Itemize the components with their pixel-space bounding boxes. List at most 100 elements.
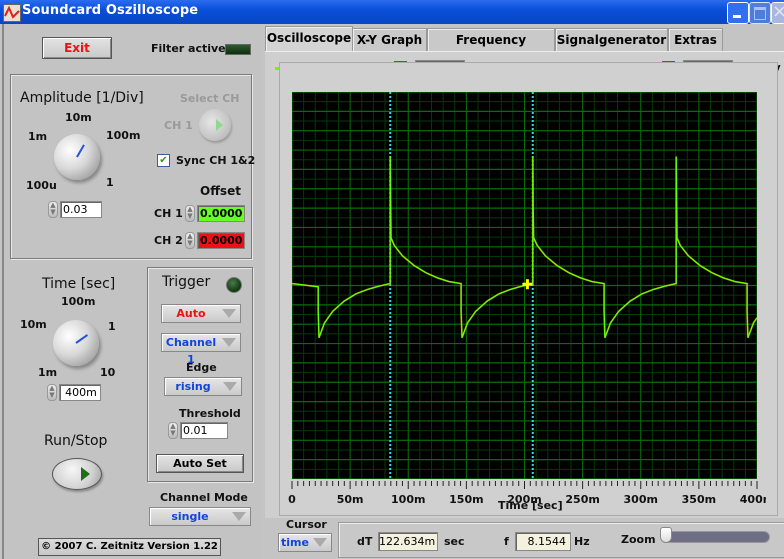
trigger-mode-value: Auto [176,307,206,320]
tab-label: Signalgenerator [556,33,667,47]
run-stop-label: Run/Stop [44,433,108,449]
exit-label: Exit [64,41,90,55]
time-tick-10m: 10m [20,318,47,331]
x-tick-label: 350m [682,493,716,506]
chevron-down-icon [222,309,236,318]
close-button[interactable] [771,1,784,24]
auto-set-button[interactable]: Auto Set [156,454,244,473]
offset-ch2-field[interactable]: 0.0000 [197,232,245,249]
offset-ch2-label: CH 2 [154,234,183,247]
dt-unit: sec [444,535,465,548]
chevron-down-icon [313,538,327,547]
trigger-led [226,277,242,293]
knob-indicator [75,334,89,344]
play-arrow-icon [216,119,223,131]
zoom-slider-track[interactable] [662,531,770,543]
trigger-source-dropdown[interactable]: Channel 1 [161,333,241,366]
auto-set-label: Auto Set [173,457,227,470]
filter-active-label: Filter active [151,42,226,55]
f-unit: Hz [574,535,590,548]
tab-label: X-Y Graph [356,33,423,47]
tab-label: Extras [674,33,717,47]
x-tick-label: 300m [624,493,658,506]
time-tick-1: 1 [108,320,116,333]
window-title: Soundcard Oszilloscope [22,3,199,18]
tab-xy-graph[interactable]: X-Y Graph [352,28,427,51]
select-ch-title: Select CH [180,92,240,105]
minimize-button[interactable] [727,2,749,24]
amplitude-knob[interactable] [54,134,100,180]
x-tick-label: 150m [449,493,483,506]
zoom-slider-thumb[interactable] [660,527,672,543]
filter-led [225,44,251,55]
time-title: Time [sec] [42,276,116,292]
trigger-mode-dropdown[interactable]: Auto [161,304,241,323]
chevron-down-icon [232,512,246,521]
frequency-readout: 8.1544 [515,532,571,551]
channel-mode-label: Channel Mode [160,491,248,504]
trigger-edge-dropdown[interactable]: rising [164,377,242,396]
x-tick-label: 250m [565,493,599,506]
run-stop-button[interactable] [52,458,102,490]
trigger-title: Trigger [162,274,211,290]
tab-extras[interactable]: Extras [668,28,723,51]
dt-readout: 122.634m [378,532,438,551]
time-spinner[interactable]: ▲ ▼ [47,384,57,401]
zoom-label: Zoom [621,533,656,546]
x-tick-label: 400m [740,493,766,506]
offset-ch2-spinner[interactable]: ▲ ▼ [185,232,195,249]
cursor-mode-dropdown[interactable]: time [278,533,332,552]
app-icon [3,4,21,22]
chevron-down-icon [222,338,236,347]
amplitude-title: Amplitude [1/Div] [20,90,144,106]
amplitude-tick-10m: 10m [65,111,92,124]
copyright-text: © 2007 C. Zeitnitz Version 1.22 [41,541,218,552]
x-tick-label: 50m [337,493,364,506]
threshold-spinner[interactable]: ▲ ▼ [168,422,178,439]
select-ch-knob[interactable] [199,109,231,141]
x-tick-label: 0 [288,493,296,506]
cursor-mode-value: time [281,536,309,549]
dt-label: dT [357,535,373,548]
chevron-down-icon [223,382,237,391]
tab-label: Oscilloscope [266,31,352,45]
title-bar: Soundcard Oszilloscope [0,0,784,24]
x-tick-label: 100m [391,493,425,506]
offset-ch1-spinner[interactable]: ▲ ▼ [185,205,195,222]
threshold-field[interactable]: 0.01 [180,422,228,439]
f-label: f [504,535,509,548]
select-ch-value: CH 1 [164,119,193,132]
tab-frequency-analysis[interactable]: Frequency Analysis [427,28,555,69]
time-tick-1m: 1m [38,366,58,379]
amplitude-tick-100u: 100u [26,179,57,192]
x-axis-title: Time [sec] [498,499,563,512]
amplitude-tick-100m: 100m [106,129,141,142]
sync-label: Sync CH 1&2 [176,154,256,167]
cursor-label: Cursor [286,518,327,531]
channel-mode-value: single [171,510,209,523]
amplitude-tick-1: 1 [106,176,114,189]
maximize-button[interactable] [749,2,771,24]
amplitude-value-field[interactable]: 0.03 [60,201,102,218]
tab-signalgenerator[interactable]: Signalgenerator [555,28,668,51]
oscilloscope-plot[interactable] [292,92,757,479]
main-window: Exit Filter active Amplitude [1/Div] 10m… [0,24,784,559]
control-panel: Exit Filter active Amplitude [1/Div] 10m… [2,24,262,559]
offset-title: Offset [200,184,241,198]
amplitude-spinner[interactable]: ▲ ▼ [48,201,58,218]
amplitude-tick-1m: 1m [28,130,48,143]
channel-mode-dropdown[interactable]: single [149,507,251,526]
trigger-edge-value: rising [175,380,211,393]
tab-oscilloscope[interactable]: Oscilloscope [265,26,353,51]
offset-ch1-field[interactable]: 0.0000 [197,205,245,222]
exit-button[interactable]: Exit [42,37,112,59]
time-knob[interactable] [53,320,99,366]
copyright-box: © 2007 C. Zeitnitz Version 1.22 [38,538,221,556]
knob-indicator [76,144,85,158]
time-tick-100m: 100m [61,295,96,308]
trigger-group [147,267,253,482]
offset-ch1-label: CH 1 [154,207,183,220]
time-value-field[interactable]: 400m [59,384,101,401]
threshold-label: Threshold [179,407,241,420]
sync-checkbox[interactable]: ✔ [157,154,170,167]
